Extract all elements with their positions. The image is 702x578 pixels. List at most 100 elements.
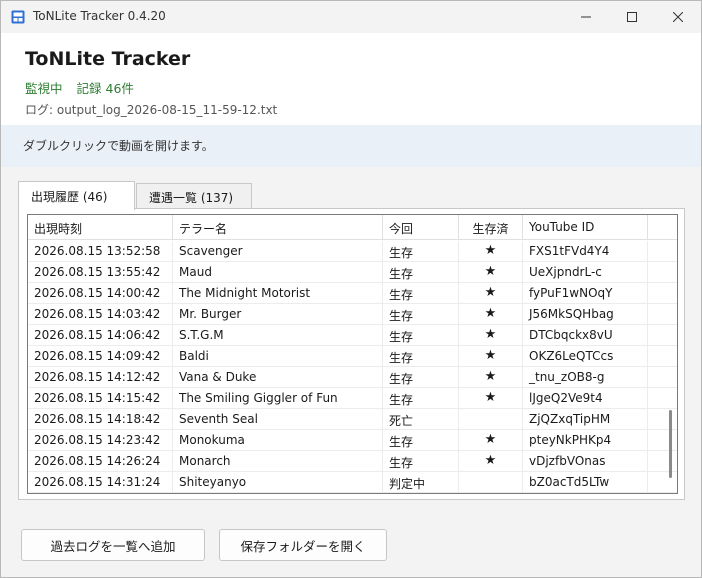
cell-time: 2026.08.15 14:03:42 <box>28 304 173 325</box>
cell-youtube-id: J56MkSQHbag <box>523 304 648 325</box>
cell-survived: ★ <box>459 430 523 451</box>
cell-time: 2026.08.15 13:52:58 <box>28 241 173 262</box>
cell-youtube-id: lJgeQ2Ve9t4 <box>523 388 648 409</box>
cell-time: 2026.08.15 14:15:42 <box>28 388 173 409</box>
cell-survived <box>459 409 523 430</box>
scrollbar-thumb[interactable] <box>669 410 672 478</box>
status-line: 監視中 記録 46件 <box>25 78 148 97</box>
minimize-button[interactable] <box>563 1 609 33</box>
cell-terror-name: S.T.G.M <box>173 325 383 346</box>
table-row[interactable]: 2026.08.15 13:52:58 Scavenger 生存 ★ FXS1tFVd4… <box>28 241 677 262</box>
cell-round-result: 死亡 <box>383 409 459 430</box>
cell-time: 2026.08.15 14:26:24 <box>28 451 173 472</box>
column-header-youtube-id[interactable]: YouTube ID <box>523 215 648 240</box>
maximize-button[interactable] <box>609 1 655 33</box>
hint-bar: ダブルクリックで動画を開けます。 <box>1 125 701 167</box>
record-count: 記録 46件 <box>76 81 134 96</box>
table-row[interactable]: 2026.08.15 14:23:42 Monokuma 生存 ★ pteyNkPHKp… <box>28 430 677 451</box>
open-save-folder-button[interactable]: 保存フォルダーを開く <box>219 529 387 561</box>
cell-youtube-id: FXS1tFVd4Y4 <box>523 241 648 262</box>
table-row[interactable]: 2026.08.15 14:26:24 Monarch 生存 ★ vDjzfbVOnas <box>28 451 677 472</box>
cell-time: 2026.08.15 14:18:42 <box>28 409 173 430</box>
add-past-logs-button[interactable]: 過去ログを一覧へ追加 <box>21 529 205 561</box>
cell-terror-name: Monarch <box>173 451 383 472</box>
cell-youtube-id: ZjQZxqTipHM <box>523 409 648 430</box>
cell-terror-name: Monokuma <box>173 430 383 451</box>
cell-survived: ★ <box>459 388 523 409</box>
cell-survived: ★ <box>459 367 523 388</box>
history-table[interactable]: 出現時刻 テラー名 今回 生存済 YouTube ID 2026.08.15 1… <box>27 214 678 494</box>
table-row[interactable]: 2026.08.15 14:00:42 The Midnight Motorist… <box>28 283 677 304</box>
table-row[interactable]: 2026.08.15 14:12:42 Vana & Duke 生存 ★ _tnu_zO… <box>28 367 677 388</box>
cell-youtube-id: _tnu_zOB8-g <box>523 367 648 388</box>
log-file-path: ログ: output_log_2026-08-15_11-59-12.txt <box>25 103 278 117</box>
vertical-scrollbar[interactable] <box>666 240 676 493</box>
tab-panel: 出現時刻 テラー名 今回 生存済 YouTube ID 2026.08.15 1… <box>18 208 685 500</box>
cell-terror-name: Maud <box>173 262 383 283</box>
cell-round-result: 判定中 <box>383 472 459 493</box>
cell-youtube-id: pteyNkPHKp4 <box>523 430 648 451</box>
cell-survived: ★ <box>459 451 523 472</box>
table-row[interactable]: 2026.08.15 14:18:42 Seventh Seal 死亡 ZjQZxqT… <box>28 409 677 430</box>
monitoring-status: 監視中 <box>25 81 63 96</box>
cell-terror-name: The Smiling Giggler of Fun <box>173 388 383 409</box>
cell-terror-name: Seventh Seal <box>173 409 383 430</box>
app-title: ToNLite Tracker <box>25 48 191 70</box>
window-title: ToNLite Tracker 0.4.20 <box>33 9 166 23</box>
cell-round-result: 生存 <box>383 430 459 451</box>
cell-youtube-id: fyPuF1wNOqY <box>523 283 648 304</box>
table-row[interactable]: 2026.08.15 13:55:42 Maud 生存 ★ UeXjpndrL-c <box>28 262 677 283</box>
cell-youtube-id: OKZ6LeQTCcs <box>523 346 648 367</box>
cell-round-result: 生存 <box>383 241 459 262</box>
column-header-survived[interactable]: 生存済 <box>459 215 523 240</box>
close-button[interactable] <box>655 1 701 33</box>
tab-appearance-history[interactable]: 出現履歴 (46) <box>18 181 135 210</box>
cell-youtube-id: UeXjpndrL-c <box>523 262 648 283</box>
cell-terror-name: Vana & Duke <box>173 367 383 388</box>
column-header-round[interactable]: 今回 <box>383 215 459 240</box>
hint-text: ダブルクリックで動画を開けます。 <box>23 139 214 153</box>
cell-survived <box>459 472 523 493</box>
cell-time: 2026.08.15 14:00:42 <box>28 283 173 304</box>
column-header-terror[interactable]: テラー名 <box>173 215 383 240</box>
tab-encounter-list[interactable]: 遭遇一覧 (137) <box>136 183 252 209</box>
cell-round-result: 生存 <box>383 367 459 388</box>
cell-survived: ★ <box>459 346 523 367</box>
close-icon <box>673 12 683 22</box>
table-row[interactable]: 2026.08.15 14:06:42 S.T.G.M 生存 ★ DTCbqckx8vU <box>28 325 677 346</box>
cell-time: 2026.08.15 14:31:24 <box>28 472 173 493</box>
table-row[interactable]: 2026.08.15 14:31:24 Shiteyanyo 判定中 bZ0acTd5… <box>28 472 677 493</box>
app-icon <box>11 10 25 24</box>
cell-youtube-id: vDjzfbVOnas <box>523 451 648 472</box>
cell-round-result: 生存 <box>383 283 459 304</box>
cell-survived: ★ <box>459 262 523 283</box>
cell-survived: ★ <box>459 241 523 262</box>
cell-survived: ★ <box>459 283 523 304</box>
cell-round-result: 生存 <box>383 304 459 325</box>
cell-youtube-id: bZ0acTd5LTw <box>523 472 648 493</box>
cell-survived: ★ <box>459 304 523 325</box>
cell-terror-name: Baldi <box>173 346 383 367</box>
cell-youtube-id: DTCbqckx8vU <box>523 325 648 346</box>
cell-survived: ★ <box>459 325 523 346</box>
table-row[interactable]: 2026.08.15 14:09:42 Baldi 生存 ★ OKZ6LeQTCcs <box>28 346 677 367</box>
cell-time: 2026.08.15 14:06:42 <box>28 325 173 346</box>
cell-time: 2026.08.15 13:55:42 <box>28 262 173 283</box>
cell-round-result: 生存 <box>383 262 459 283</box>
cell-terror-name: Scavenger <box>173 241 383 262</box>
table-row[interactable]: 2026.08.15 14:03:42 Mr. Burger 生存 ★ J56MkSQH… <box>28 304 677 325</box>
header-panel: ToNLite Tracker 監視中 記録 46件 ログ: output_log… <box>1 33 701 125</box>
cell-round-result: 生存 <box>383 388 459 409</box>
cell-round-result: 生存 <box>383 451 459 472</box>
minimize-icon <box>581 16 591 18</box>
title-bar[interactable]: ToNLite Tracker 0.4.20 <box>1 1 701 33</box>
cell-time: 2026.08.15 14:23:42 <box>28 430 173 451</box>
cell-time: 2026.08.15 14:12:42 <box>28 367 173 388</box>
table-row[interactable]: 2026.08.15 14:15:42 The Smiling Giggler o… <box>28 388 677 409</box>
cell-time: 2026.08.15 14:09:42 <box>28 346 173 367</box>
table-header: 出現時刻 テラー名 今回 生存済 YouTube ID <box>28 215 677 240</box>
app-window: ToNLite Tracker 0.4.20 ToNLite Tracker 監… <box>0 0 702 578</box>
maximize-icon <box>627 12 637 22</box>
column-header-time[interactable]: 出現時刻 <box>28 215 173 240</box>
cell-terror-name: The Midnight Motorist <box>173 283 383 304</box>
